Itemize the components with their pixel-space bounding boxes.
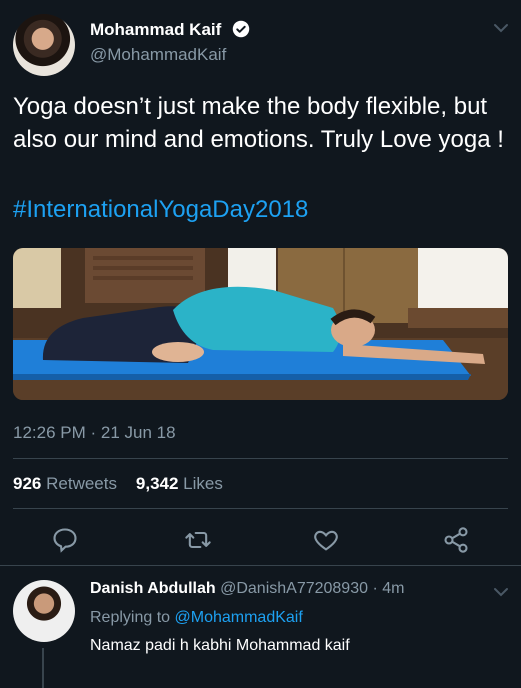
retweets-label: Retweets [46,474,117,493]
tweet-timestamp[interactable]: 12:26 PM · 21 Jun 18 [13,423,176,443]
reply-text: Namaz padi h kabhi Mohammad kaif [90,637,350,654]
chevron-down-icon[interactable] [493,586,509,598]
likes-label: Likes [183,474,223,493]
replying-to-link[interactable]: @MohammadKaif [175,609,303,626]
author-avatar[interactable] [13,14,75,76]
reply-author-avatar[interactable] [13,580,75,642]
reply-author-handle: @DanishA77208930 [220,580,368,597]
tweet-stats: 926 Retweets 9,342 Likes [13,474,223,494]
chevron-down-icon[interactable] [493,22,509,34]
verified-icon [232,20,250,38]
hashtag-link[interactable]: #InternationalYogaDay2018 [13,196,308,224]
divider [13,458,508,459]
likes-count: 9,342 [135,474,179,493]
share-icon[interactable] [442,526,470,554]
retweet-icon[interactable] [184,526,212,554]
heart-icon[interactable] [312,526,340,554]
yoga-photo-illustration [13,248,508,400]
replying-prefix: Replying to [90,609,171,626]
author-name[interactable]: Mohammad Kaif [90,20,221,40]
tweet-photo[interactable] [13,248,508,400]
retweets-stat[interactable]: 926 Retweets [13,474,117,493]
tweet-text: Yoga doesn’t just make the body flexible… [13,93,504,153]
reply-author-line[interactable]: Danish Abdullah @DanishA77208930 · 4m [90,580,404,598]
likes-stat[interactable]: 9,342 Likes [136,474,223,493]
reply-author-name: Danish Abdullah [90,580,216,597]
reply-icon[interactable] [51,526,79,554]
retweets-count: 926 [13,474,42,493]
author-handle[interactable]: @MohammadKaif [90,45,226,65]
replying-to-line: Replying to @MohammadKaif [90,609,303,627]
divider [0,565,521,566]
divider [13,508,508,509]
reply-time: · 4m [372,580,405,597]
thread-line [42,648,44,688]
